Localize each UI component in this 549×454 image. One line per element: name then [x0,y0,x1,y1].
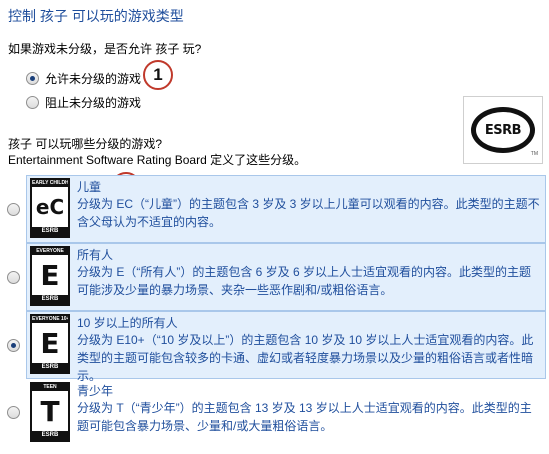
rating-name[interactable]: 10 岁以上的所有人 [77,315,541,331]
block-unrated-radio[interactable] [26,96,39,109]
board-note: Entertainment Software Rating Board 定义了这… [8,153,307,167]
rating-desc: 分级为 E10+（“10 岁及以上”）的主题包含 10 岁及 10 岁以上人士适… [77,333,534,383]
rating-item-t[interactable]: TEEN T ESRB 青少年 分级为 T（“青少年”）的主题包含 13 岁及 … [7,379,546,445]
rating-item-e[interactable]: EVERYONE E ESRB 所有人 分级为 E（“所有人”）的主题包含 6 … [7,243,546,311]
rated-question: 孩子 可以玩哪些分级的游戏? [8,137,163,151]
rating-e10-radio[interactable] [7,339,20,352]
rating-desc: 分级为 EC（“儿童”）的主题包含 3 岁及 3 岁以上儿童可以观看的内容。此类… [77,197,540,229]
allow-unrated-option[interactable]: 允许未分级的游戏 [26,70,141,87]
esrb-tm: TM [530,151,538,157]
e-rating-icon: EVERYONE E ESRB [27,244,73,310]
rated-question-block: 孩子 可以玩哪些分级的游戏? Entertainment Software Ra… [8,136,306,168]
allow-unrated-radio[interactable] [26,72,39,85]
rating-ec-radio[interactable] [7,203,20,216]
rating-item-ec[interactable]: EARLY CHILDHOOD eC ESRB 儿童 分级为 EC（“儿童”）的… [7,175,546,243]
block-unrated-option[interactable]: 阻止未分级的游戏 [26,94,141,111]
rating-item-e10[interactable]: EVERYONE 10+ E ESRB 10 岁以上的所有人 分级为 E10+（… [7,311,546,383]
page-title: 控制 孩子 可以玩的游戏类型 [8,8,184,24]
e10-rating-icon: EVERYONE 10+ E ESRB [27,312,73,378]
block-unrated-label[interactable]: 阻止未分级的游戏 [45,94,141,111]
unrated-question: 如果游戏未分级，是否允许 孩子 玩? [8,42,202,56]
rating-desc: 分级为 T（“青少年”）的主题包含 13 岁及 13 岁以上人士适宜观看的内容。… [77,401,532,433]
callout-1: 1 [143,60,173,90]
rating-name[interactable]: 所有人 [77,247,541,263]
rating-desc: 分级为 E（“所有人”）的主题包含 6 岁及 6 岁以上人士适宜观看的内容。此类… [77,265,532,297]
rating-list: EARLY CHILDHOOD eC ESRB 儿童 分级为 EC（“儿童”）的… [7,175,546,445]
rating-e-radio[interactable] [7,271,20,284]
ec-rating-icon: EARLY CHILDHOOD eC ESRB [27,176,73,242]
esrb-logo-text: ESRB [484,122,522,138]
rating-name[interactable]: 青少年 [77,383,541,399]
allow-unrated-label[interactable]: 允许未分级的游戏 [45,70,141,87]
rating-t-radio[interactable] [7,406,20,419]
rating-name[interactable]: 儿童 [77,179,541,195]
esrb-logo: ESRB TM [463,96,543,164]
t-rating-icon: TEEN T ESRB [27,380,73,444]
